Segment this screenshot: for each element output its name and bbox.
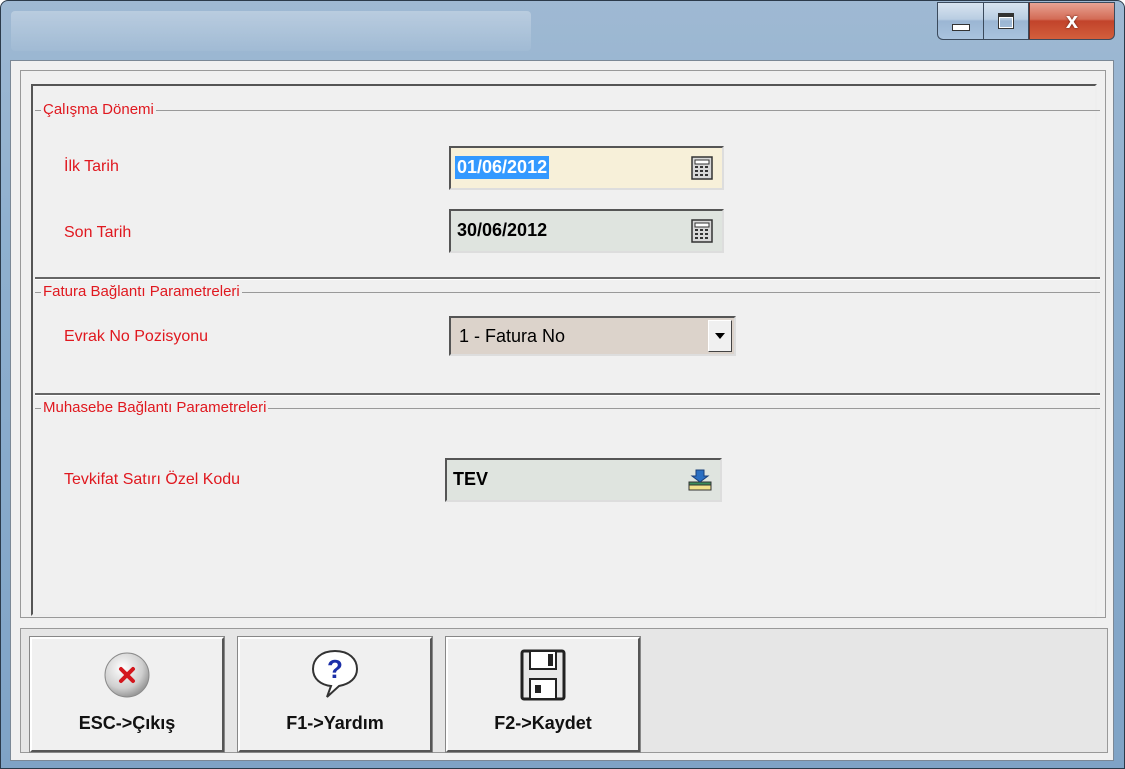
special-code-lookup-button[interactable] — [682, 462, 718, 498]
minimize-icon — [951, 23, 970, 31]
exit-button-icon-wrap — [32, 649, 222, 701]
exit-button[interactable]: ESC->Çıkış — [29, 636, 225, 753]
help-button-label: F1->Yardım — [286, 713, 384, 733]
exit-button-label: ESC->Çıkış — [78, 713, 176, 733]
work-period-group-title: Çalışma Dönemi — [41, 101, 156, 118]
close-button[interactable]: x — [1029, 2, 1115, 40]
lookup-icon — [688, 469, 712, 491]
end-date-field[interactable]: 30/06/2012 — [449, 209, 724, 253]
doc-no-position-dropdown-button[interactable] — [708, 320, 732, 352]
minimize-button[interactable] — [937, 2, 983, 40]
work-period-group: Çalışma Dönemi — [35, 101, 1100, 118]
withholding-special-code-value: TEV — [453, 469, 489, 489]
question-balloon-icon: ? — [311, 649, 359, 698]
calendar-icon — [691, 219, 713, 243]
start-date-value: 01/06/2012 — [455, 156, 550, 179]
maximize-button[interactable] — [983, 2, 1029, 40]
withholding-special-code-field[interactable]: TEV — [445, 458, 722, 502]
title-bar[interactable]: x — [1, 1, 1124, 59]
help-button-icon-wrap: ? — [240, 649, 430, 701]
x-circle-icon — [104, 652, 150, 698]
svg-text:?: ? — [327, 654, 343, 684]
withholding-special-code-label: Tevkifat Satırı Özel Kodu — [64, 471, 241, 488]
doc-no-position-value: 1 - Fatura No — [459, 326, 566, 346]
calendar-icon — [691, 156, 713, 180]
start-date-label: İlk Tarih — [64, 158, 119, 175]
end-date-calendar-button[interactable] — [684, 213, 720, 249]
end-date-label: Son Tarih — [64, 224, 132, 241]
end-date-value: 30/06/2012 — [457, 220, 548, 240]
group-separator — [35, 393, 1100, 396]
invoice-params-group: Fatura Bağlantı Parametreleri — [35, 283, 1100, 300]
doc-no-position-select[interactable]: 1 - Fatura No — [449, 316, 736, 356]
doc-no-position-label: Evrak No Pozisyonu — [64, 328, 209, 345]
accounting-params-group: Muhasebe Bağlantı Parametreleri — [35, 399, 1100, 416]
save-button-icon-wrap — [448, 649, 638, 701]
caption-buttons: x — [937, 2, 1115, 42]
start-date-field[interactable]: 01/06/2012 — [449, 146, 724, 190]
floppy-disk-icon — [520, 649, 566, 701]
save-button[interactable]: F2->Kaydet — [445, 636, 641, 753]
maximize-icon — [998, 13, 1014, 29]
save-button-label: F2->Kaydet — [494, 713, 592, 733]
invoice-params-group-title: Fatura Bağlantı Parametreleri — [41, 283, 242, 300]
accounting-params-group-title: Muhasebe Bağlantı Parametreleri — [41, 399, 269, 416]
start-date-calendar-button[interactable] — [684, 150, 720, 186]
title-area — [11, 11, 531, 51]
close-icon: x — [1065, 8, 1079, 33]
group-separator — [35, 277, 1100, 280]
chevron-down-icon — [715, 333, 725, 339]
help-button[interactable]: ? F1->Yardım — [237, 636, 433, 753]
